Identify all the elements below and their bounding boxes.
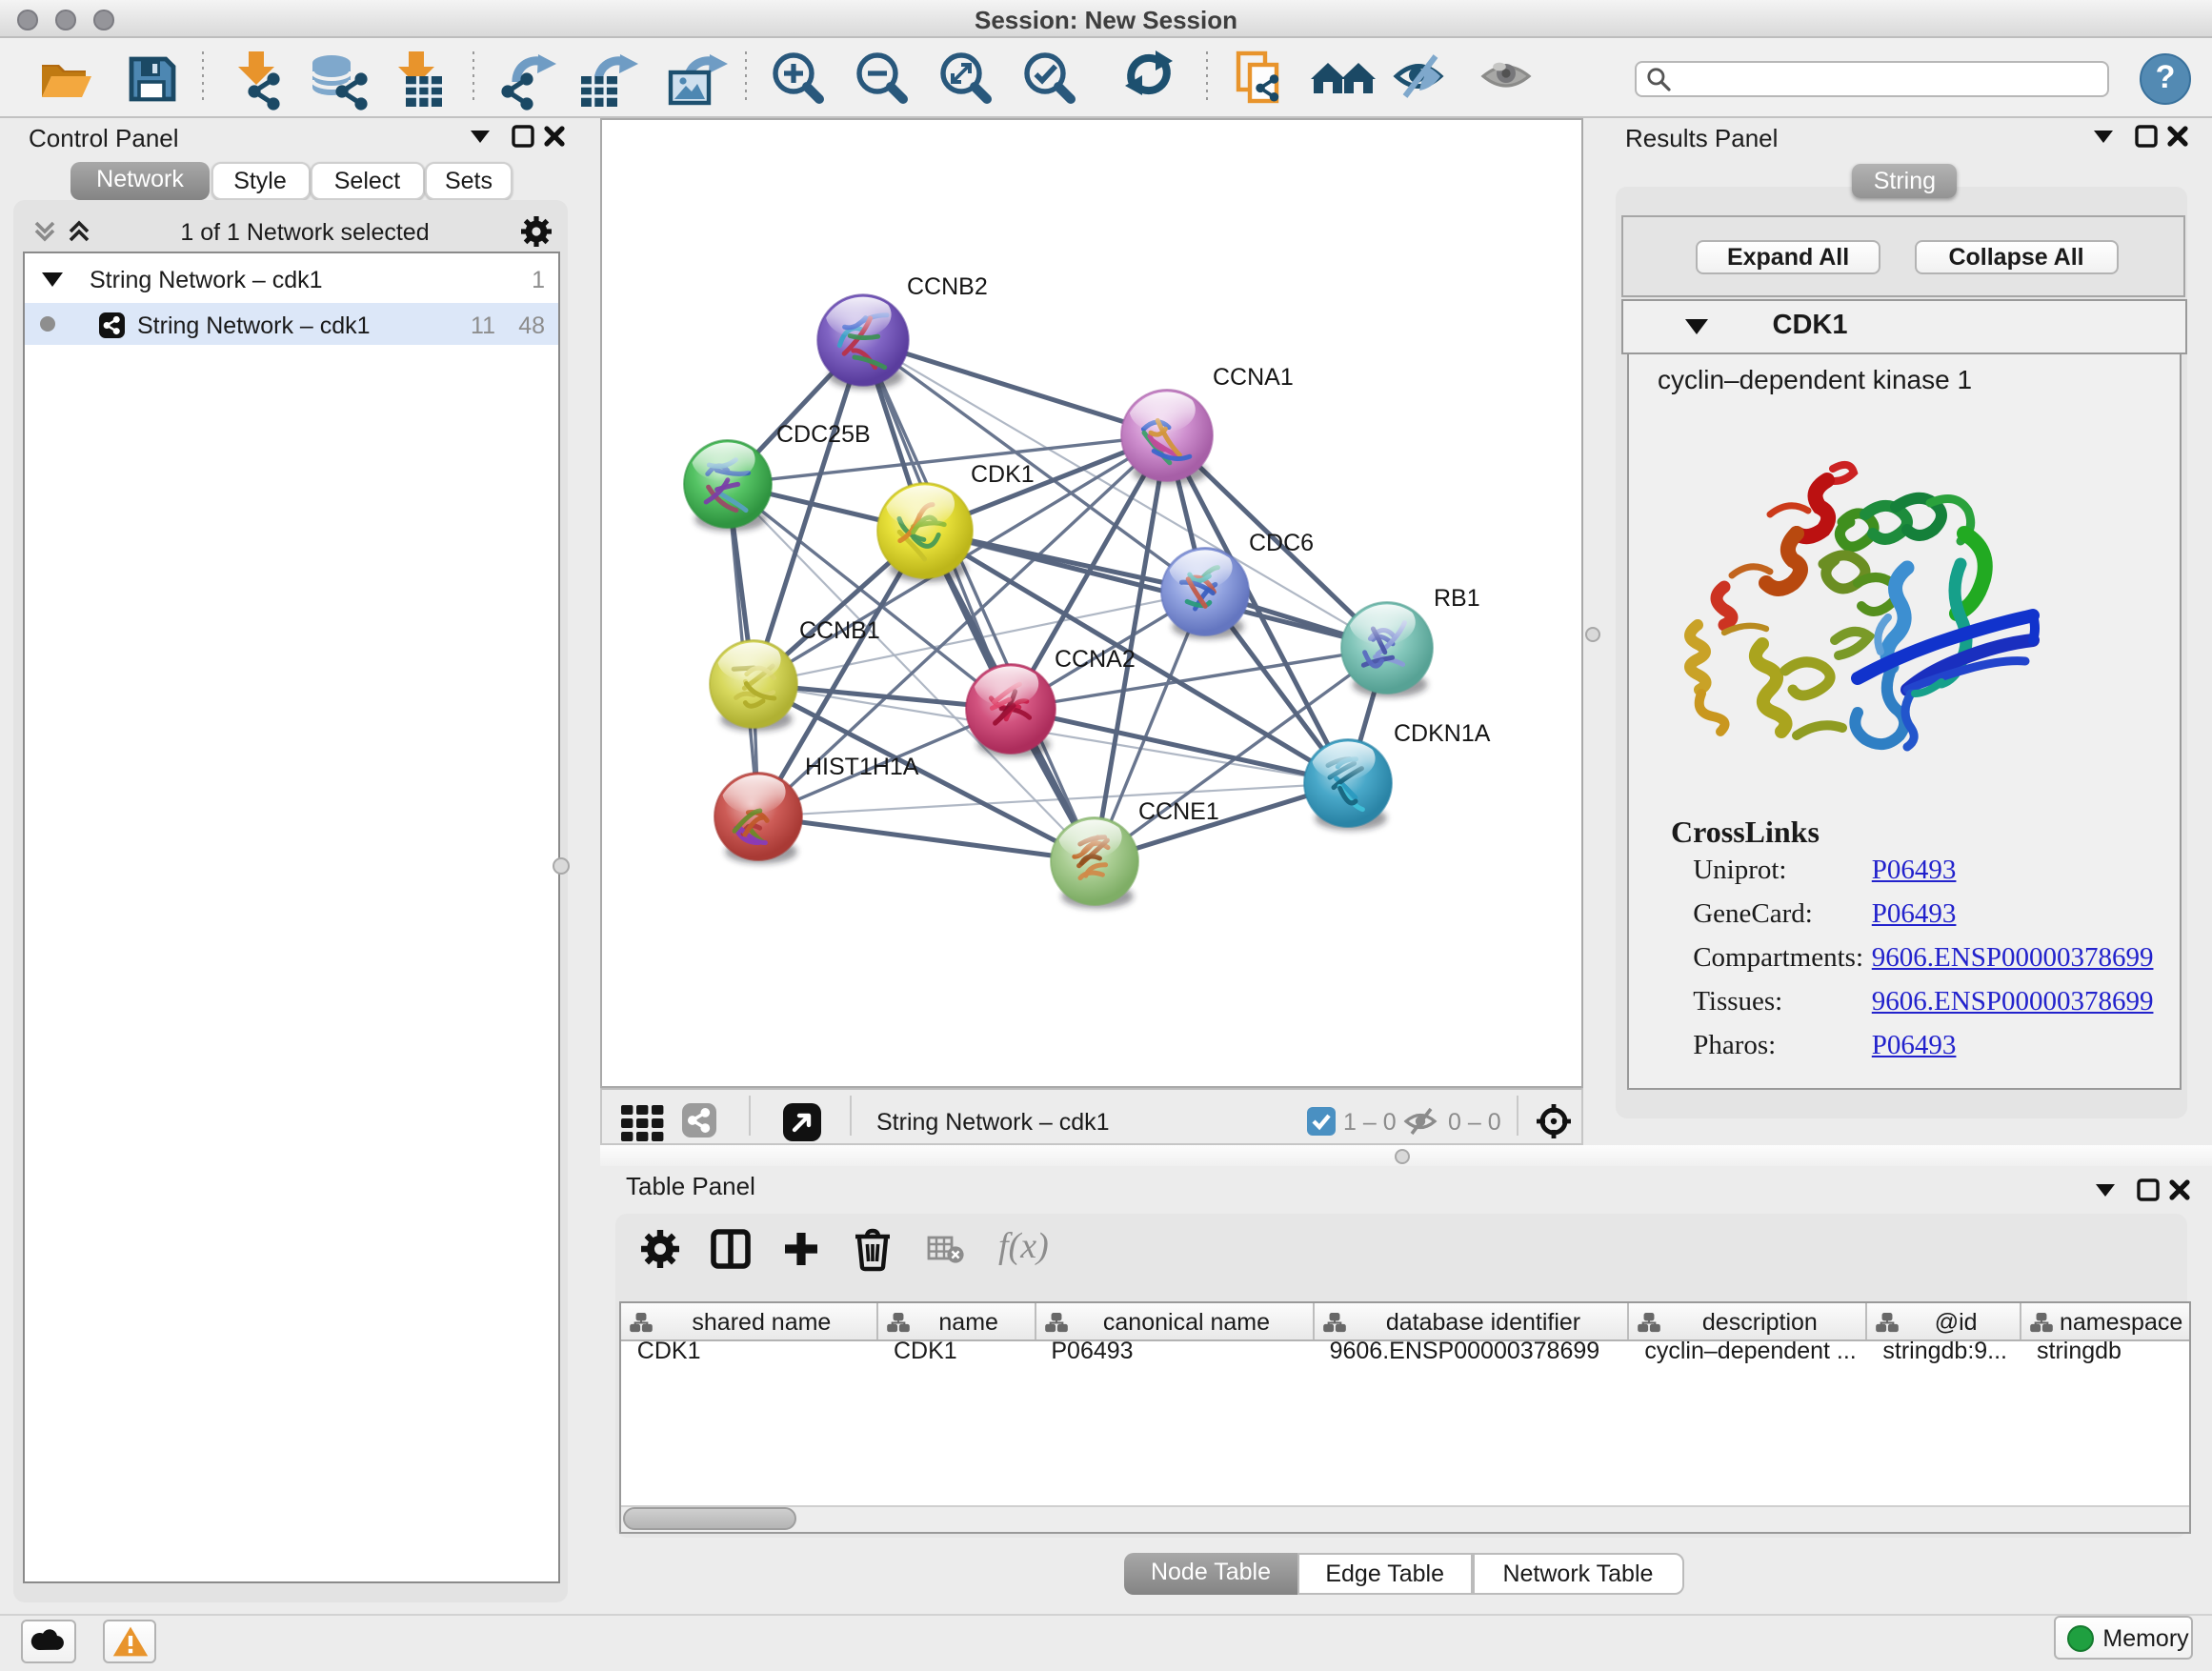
svg-text:CDK1: CDK1 [970, 461, 1034, 488]
svg-text:CDC6: CDC6 [1248, 530, 1313, 556]
svg-text:CCNA1: CCNA1 [1212, 364, 1293, 391]
svg-text:HIST1H1A: HIST1H1A [804, 754, 918, 780]
svg-text:CDC25B: CDC25B [775, 421, 870, 448]
svg-text:CCNE1: CCNE1 [1137, 798, 1218, 825]
svg-text:CCNB2: CCNB2 [906, 273, 987, 300]
svg-text:RB1: RB1 [1433, 585, 1479, 612]
svg-text:CDKN1A: CDKN1A [1393, 720, 1490, 747]
svg-text:CCNA2: CCNA2 [1054, 646, 1135, 673]
svg-text:CCNB1: CCNB1 [798, 617, 879, 644]
